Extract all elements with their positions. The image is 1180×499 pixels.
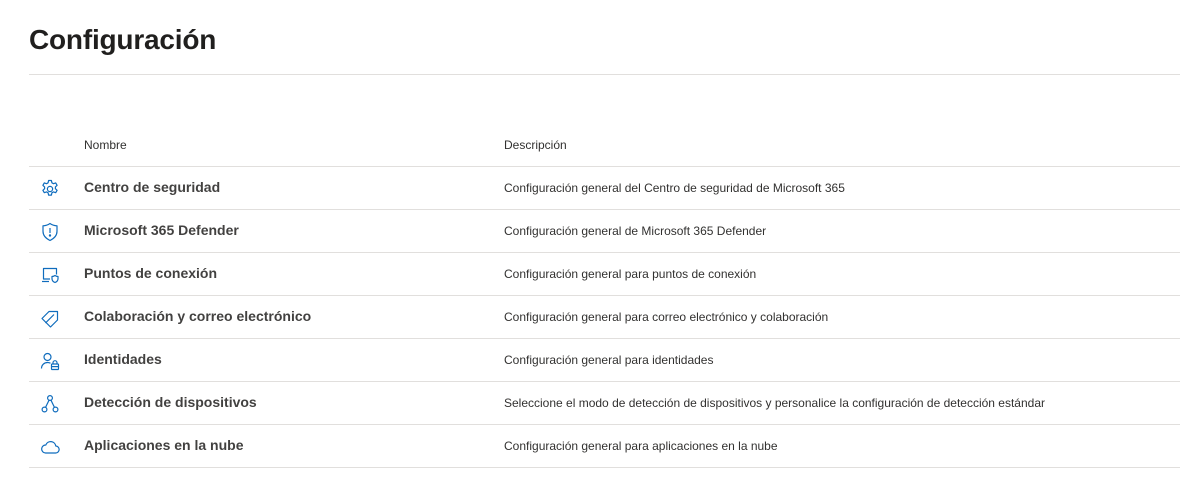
endpoint-device-shield-icon <box>39 264 61 286</box>
column-header-description[interactable]: Descripción <box>504 138 567 152</box>
row-description: Configuración general para puntos de con… <box>504 267 757 281</box>
row-description: Configuración general para aplicaciones … <box>504 439 778 453</box>
column-header-name[interactable]: Nombre <box>84 138 127 152</box>
table-row-email-collaboration[interactable]: Colaboración y correo electrónico Config… <box>29 296 1180 339</box>
row-description: Seleccione el modo de detección de dispo… <box>504 396 1046 410</box>
row-name[interactable]: Microsoft 365 Defender <box>84 222 239 238</box>
table-header: Nombre Descripción <box>29 124 1180 167</box>
tag-icon <box>39 307 61 329</box>
gear-icon <box>39 178 61 200</box>
settings-page: Configuración Nombre Descripción Centro … <box>0 0 1180 499</box>
person-lock-icon <box>39 350 61 372</box>
cloud-icon <box>39 436 61 458</box>
table-row-device-discovery[interactable]: Detección de dispositivos Seleccione el … <box>29 382 1180 425</box>
row-description: Configuración general de Microsoft 365 D… <box>504 224 767 238</box>
row-description: Configuración general para correo electr… <box>504 310 829 324</box>
title-divider <box>29 74 1180 75</box>
shield-icon <box>39 221 61 243</box>
table-row-identities[interactable]: Identidades Configuración general para i… <box>29 339 1180 382</box>
row-name[interactable]: Centro de seguridad <box>84 179 220 195</box>
row-description: Configuración general del Centro de segu… <box>504 181 845 195</box>
row-name[interactable]: Aplicaciones en la nube <box>84 437 244 453</box>
row-name[interactable]: Puntos de conexión <box>84 265 217 281</box>
page-title: Configuración <box>29 24 217 55</box>
row-description: Configuración general para identidades <box>504 353 714 367</box>
settings-table: Nombre Descripción Centro de seguridad C… <box>29 124 1180 468</box>
table-row-security-center[interactable]: Centro de seguridad Configuración genera… <box>29 167 1180 210</box>
device-discovery-nodes-icon <box>39 393 61 415</box>
table-row-endpoints[interactable]: Puntos de conexión Configuración general… <box>29 253 1180 296</box>
row-name[interactable]: Colaboración y correo electrónico <box>84 308 311 324</box>
table-row-cloud-apps[interactable]: Aplicaciones en la nube Configuración ge… <box>29 425 1180 468</box>
row-name[interactable]: Detección de dispositivos <box>84 394 257 410</box>
table-row-defender[interactable]: Microsoft 365 Defender Configuración gen… <box>29 210 1180 253</box>
row-name[interactable]: Identidades <box>84 351 162 367</box>
